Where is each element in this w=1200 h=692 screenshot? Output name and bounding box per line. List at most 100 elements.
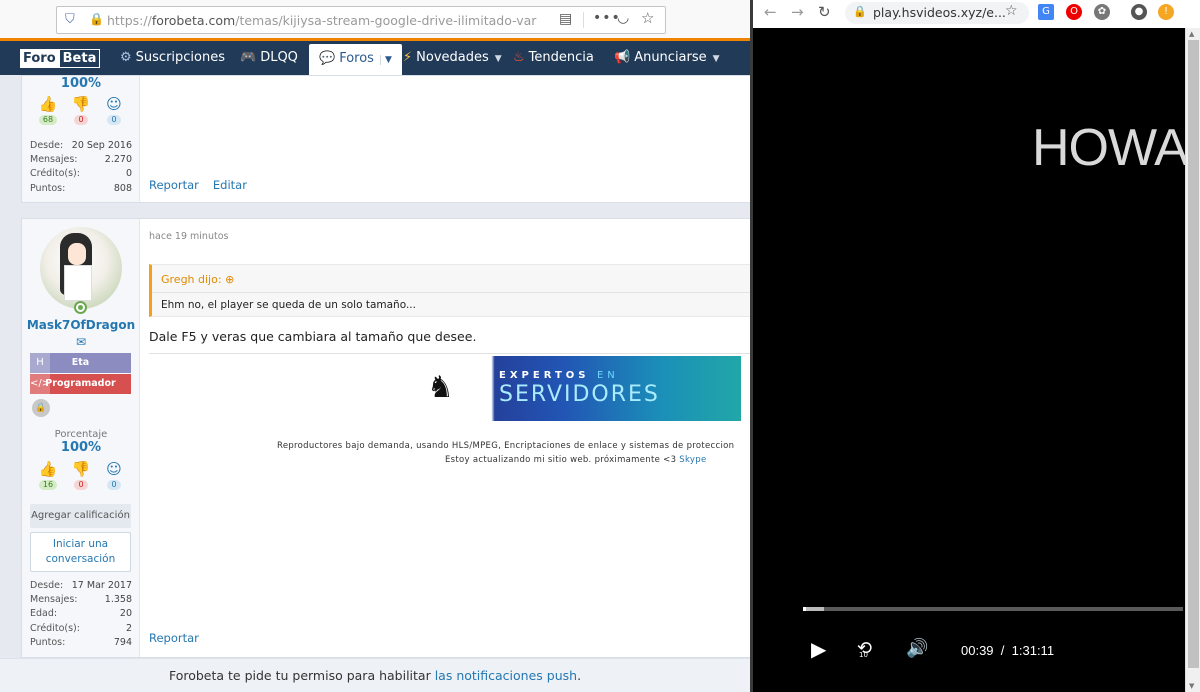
scroll-down-icon[interactable]: ▼ [1189,682,1194,690]
scrollbar[interactable]: ▲ ▼ [1185,28,1200,692]
rewind-10-icon[interactable]: ⟲ 10 [857,638,872,659]
chevron-down-icon[interactable]: ▼ [379,55,392,65]
thumbs-down-icon: 👎 [71,95,91,113]
rating-label: Porcentaje [54,429,108,440]
skype-link[interactable]: Skype [679,455,706,465]
neutral-reaction[interactable]: ☺ 0 [104,461,124,490]
dragon-logo-icon: ♞ [427,370,454,405]
nav-anunciarse[interactable]: 📢 Anunciarse ▼ [614,41,720,75]
signature-line: Reproductores bajo demanda, usando HLS/M… [277,441,735,451]
url-text[interactable]: play.hsvideos.xyz/e... [873,5,1006,20]
forobeta-logo[interactable]: Foro Beta [20,49,101,68]
forward-arrow-icon[interactable]: → [791,3,804,21]
thumbs-up-icon: 👍 [38,460,58,478]
envelope-icon[interactable]: ✉ [22,335,140,349]
buffered-bar [803,607,824,611]
report-link[interactable]: Reportar [149,631,199,645]
bolt-icon: ⚡ [403,50,413,65]
time-display: 00:39 / 1:31:11 [961,643,1055,658]
forum-navbar: Foro Beta ⚙ Suscripciones 🎮 DLQQ 💬 Foros ▼ ⚡ N… [0,41,750,75]
scroll-up-icon[interactable]: ▲ [1189,30,1194,38]
omnibox[interactable]: 🔒 play.hsvideos.xyz/e... [845,2,1029,24]
video-progress-bar[interactable] [803,607,1183,611]
lock-icon: 🔒 [853,5,867,18]
edit-link[interactable]: Editar [213,178,247,192]
update-alert-icon[interactable]: ! [1158,4,1174,20]
back-arrow-icon[interactable]: ← [764,3,777,21]
code-icon: </> [30,374,50,394]
address-bar[interactable]: ⛉ 🔒 https://forobeta.com/temas/kijiysa-s… [56,6,666,34]
user-stats: Desde: 20 Sep 2016 Mensajes: 2.270 Crédito… [30,140,132,194]
lock-icon[interactable]: 🔒 [89,12,104,26]
chevron-down-icon: ▼ [494,54,502,64]
start-conversation-button[interactable]: Iniciar una conversación [30,532,131,572]
quote-block: Gregh dijo: ⊕ Ehm no, el player se queda… [149,264,750,317]
add-rating-button[interactable]: Agregar calificación [30,504,131,528]
pocket-icon[interactable]: ◡ [617,10,629,26]
opera-icon[interactable]: O [1066,4,1082,20]
firefox-toolbar: ⛉ 🔒 https://forobeta.com/temas/kijiysa-s… [0,0,750,40]
reaction-counts: 👍 16 👎 0 ☺ 0 [30,461,132,490]
push-notification-bar: Forobeta te pide tu permiso para habilit… [0,658,750,692]
h-icon: H [30,353,50,373]
chat-icon: 💬 [319,51,336,66]
forum-post: Mask7OfDragon ✉ H Eta </> Programador 🔒 Po… [21,218,750,658]
reader-view-icon[interactable]: ▤ [559,11,572,27]
play-icon[interactable]: ▶ [811,637,826,661]
post-user-sidebar: 100% 👍 68 👎 0 ☺ 0 Desde: 20 Sep 2016 Mensaje… [22,76,140,202]
dislike-reaction[interactable]: 👎 0 [71,461,91,490]
nav-dlqq[interactable]: 🎮 DLQQ [240,41,298,75]
neutral-reaction[interactable]: ☺ 0 [104,96,124,125]
dislike-reaction[interactable]: 👎 0 [71,96,91,125]
url-separator [583,12,584,28]
chrome-toolbar: ← → ↻ 🔒 play.hsvideos.xyz/e... ☆ G O ✿ ●… [753,0,1200,28]
extension-icon[interactable]: ✿ [1094,4,1110,20]
rating-percent: 100% [60,440,102,455]
online-status-icon [74,301,87,314]
signature-line: Estoy actualizando mi sitio web. próxima… [445,455,707,465]
username[interactable]: Mask7OfDragon [22,318,140,332]
user-stats: Desde: 17 Mar 2017 Mensajes: 1.358 Edad: 20… [30,580,132,648]
volume-icon[interactable]: 🔊 [906,638,928,659]
user-banner-eta: H Eta [30,353,131,373]
quote-author[interactable]: Gregh dijo: ⊕ [161,273,234,286]
nav-novedades[interactable]: ⚡ Novedades ▼ [403,41,502,75]
avatar[interactable] [40,227,122,309]
post-timestamp[interactable]: hace 19 minutos [149,231,228,242]
megaphone-icon: 📢 [614,50,631,65]
signature-divider [149,353,750,354]
bookmark-star-icon[interactable]: ☆ [641,9,654,27]
message-text: Dale F5 y veras que cambiara al tamaño q… [149,329,477,344]
nav-foros[interactable]: 💬 Foros ▼ [309,44,402,75]
nav-tendencia[interactable]: ♨ Tendencia [513,41,594,75]
post-actions: Reportar [149,631,213,645]
signature-banner[interactable]: ♞ EXPERTOS EN SERVIDORES [421,356,741,421]
rating-percent: 100% [60,76,102,91]
post-body: hace 19 minutos Gregh dijo: ⊕ Ehm no, el… [141,219,750,657]
url-text[interactable]: https://forobeta.com/temas/kijiysa-strea… [107,13,537,29]
quote-text: Ehm no, el player se queda de un solo ta… [161,299,416,311]
scrollbar-thumb[interactable] [1188,40,1199,668]
report-link[interactable]: Reportar [149,178,199,192]
thumbs-up-icon: 👍 [38,95,58,113]
smiley-icon: ☺ [106,460,122,478]
fire-icon: ♨ [513,50,525,65]
lock-icon: 🔒 [32,399,50,417]
translate-icon[interactable]: G [1038,4,1054,20]
account-icon[interactable]: ● [1131,4,1147,20]
like-reaction[interactable]: 👍 68 [38,96,58,125]
smiley-icon: ☺ [106,95,122,113]
tracking-shield-icon[interactable]: ⛉ [65,12,79,28]
arrow-up-circle-icon[interactable]: ⊕ [225,273,234,286]
chevron-down-icon: ▼ [712,54,720,64]
video-browser-window: ← → ↻ 🔒 play.hsvideos.xyz/e... ☆ G O ✿ ●… [750,0,1200,692]
post-user-sidebar: Mask7OfDragon ✉ H Eta </> Programador 🔒 Po… [22,219,140,657]
like-reaction[interactable]: 👍 16 [38,461,58,490]
bookmark-star-icon[interactable]: ☆ [1005,3,1018,19]
nav-suscripciones[interactable]: ⚙ Suscripciones [120,41,225,75]
enable-push-link[interactable]: las notificaciones push [435,668,577,683]
post-actions: Reportar Editar [149,178,261,192]
played-bar [803,607,806,611]
reload-icon[interactable]: ↻ [818,3,831,21]
video-title-overlay: HOWA [1032,119,1189,177]
